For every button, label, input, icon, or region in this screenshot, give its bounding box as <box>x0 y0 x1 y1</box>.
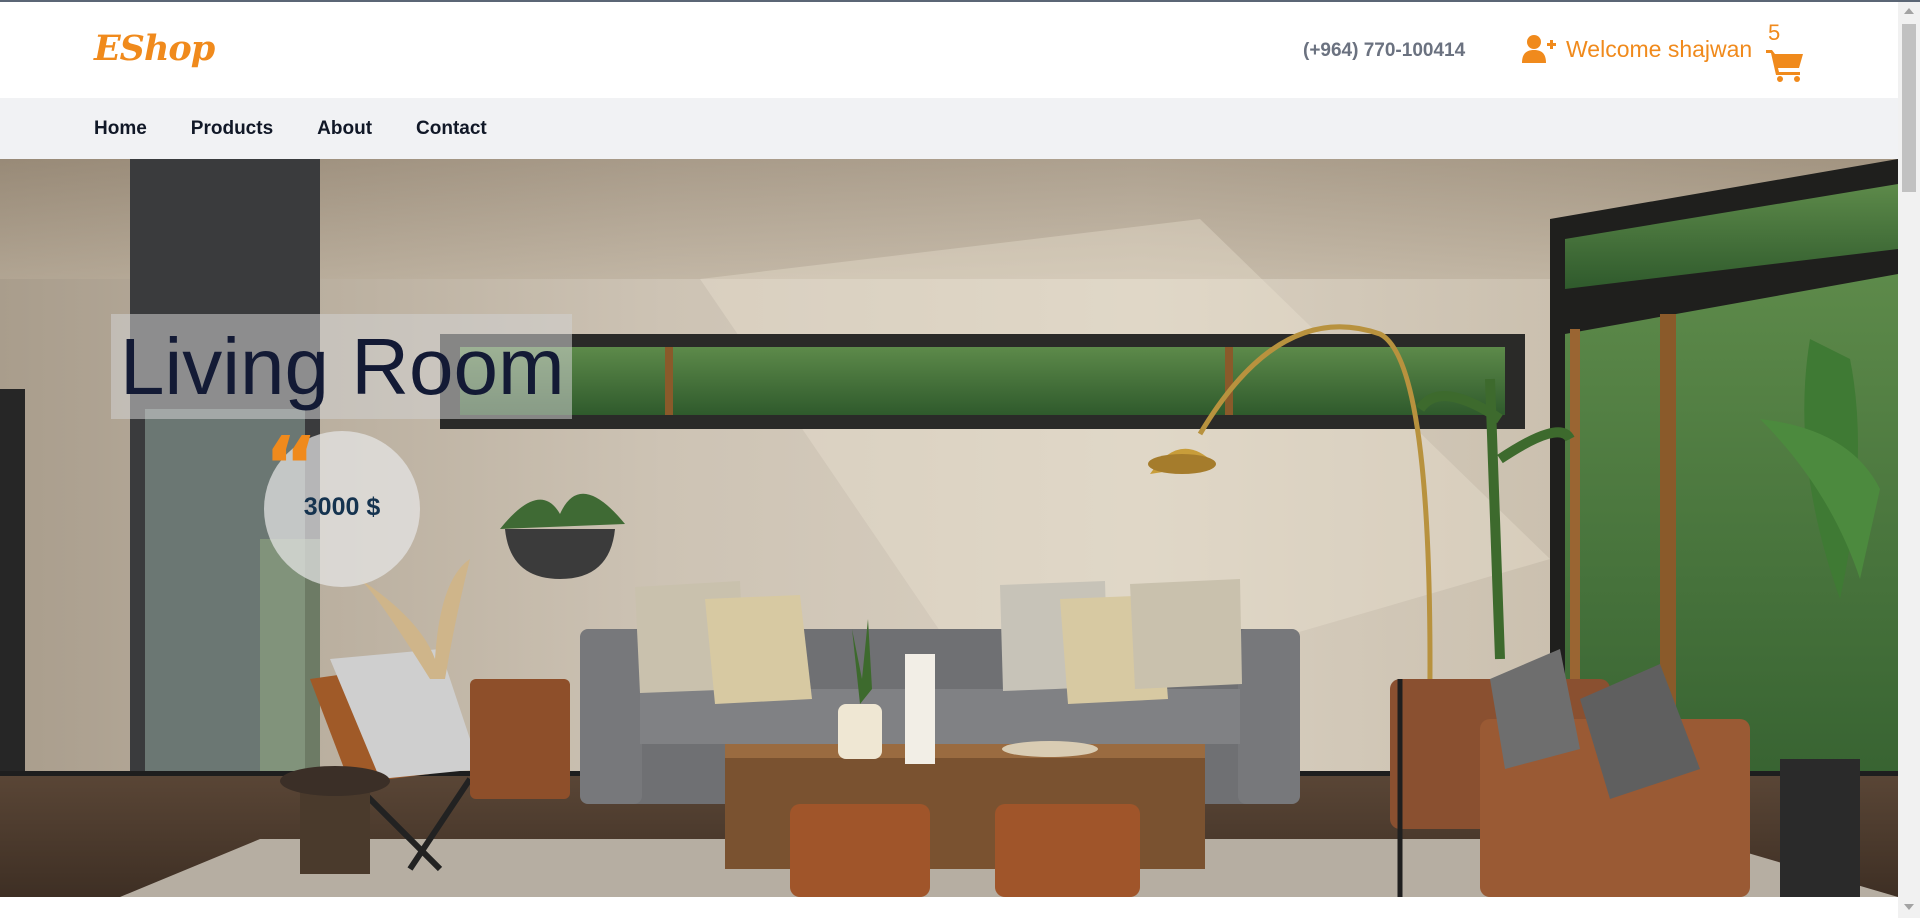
nav-item-about[interactable]: About <box>317 118 372 140</box>
cart-count-badge: 5 <box>1768 20 1781 45</box>
scroll-down-arrow-icon[interactable] <box>1904 904 1914 910</box>
main-nav: Home Products About Contact <box>0 98 1898 159</box>
hero-title: Living Room <box>120 322 565 411</box>
shopping-cart-icon <box>1766 50 1803 82</box>
welcome-user-link[interactable]: Welcome shajwan <box>1522 34 1752 64</box>
phone-number: (+964) 770-100414 <box>1303 40 1466 61</box>
welcome-text: Welcome shajwan <box>1566 35 1753 62</box>
nav-item-contact[interactable]: Contact <box>416 118 487 140</box>
nav-item-products[interactable]: Products <box>191 118 273 140</box>
site-header: EShop (+964) 770-100414 Welcome shajwan … <box>0 2 1898 98</box>
product-price: 3000 $ <box>303 493 381 521</box>
nav-item-home[interactable]: Home <box>94 118 147 140</box>
user-plus-icon <box>1522 35 1556 63</box>
cart-button[interactable]: 5 <box>1766 20 1806 86</box>
scroll-up-arrow-icon[interactable] <box>1904 8 1914 14</box>
vertical-scrollbar[interactable] <box>1898 2 1920 918</box>
hero-banner: Living Room “ 3000 $ <box>0 159 1898 897</box>
site-logo[interactable]: EShop <box>94 28 215 69</box>
scroll-thumb[interactable] <box>1902 24 1916 192</box>
